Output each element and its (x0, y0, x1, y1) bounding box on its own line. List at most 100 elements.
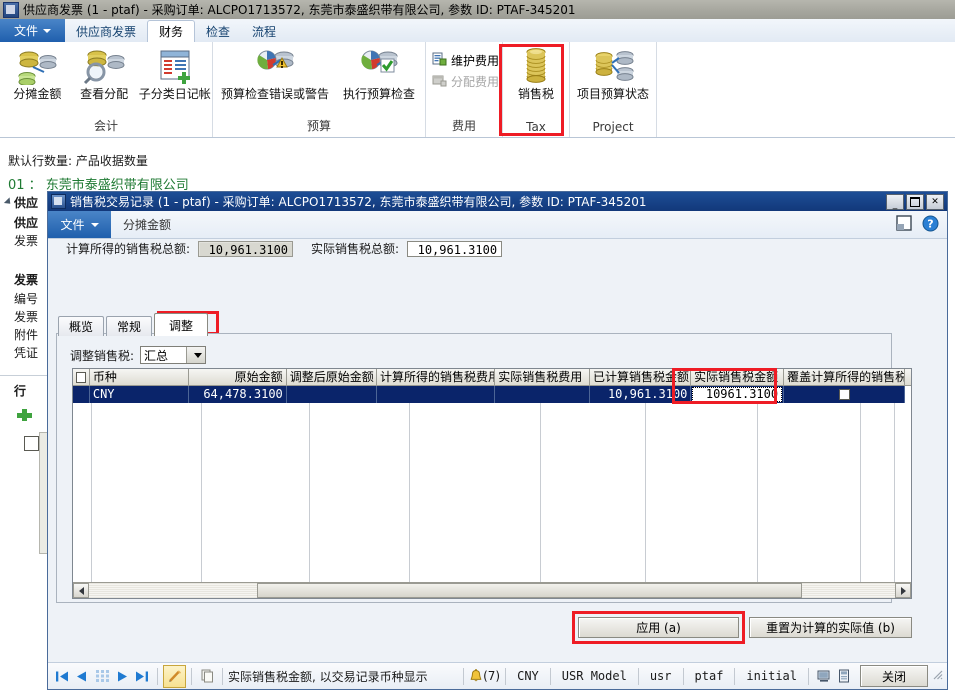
divider (0, 375, 48, 376)
tab-file[interactable]: 文件 (0, 19, 65, 42)
ribbon-button-label: 查看分配 (80, 87, 129, 101)
add-row-icon[interactable] (14, 407, 36, 426)
ribbon-group-empty (657, 42, 955, 137)
bg-label-7: 凭证 (14, 346, 39, 360)
ribbon-group-label: Project (592, 120, 634, 134)
grid-header-currency[interactable]: 币种 (90, 369, 190, 385)
budget-check-icon (357, 46, 401, 86)
ribbon-button-label: 子分类日记帐 (138, 87, 211, 101)
dialog-tabstrip: 概览 常规 调整 (58, 313, 210, 336)
cell-adjusted-original-amount[interactable] (287, 386, 378, 403)
status-partition: initial (746, 669, 797, 683)
sales-tax-grid: 币种 原始金额 调整后原始金额 计算所得的销售税费用 实际销售税费用 已计算销售… (72, 368, 912, 599)
cell-override-calculated[interactable] (784, 386, 905, 403)
status-model: USR Model (561, 669, 627, 683)
dialog-action-distribute-amounts[interactable]: 分摊金额 (123, 216, 171, 233)
grid-header-original-amount[interactable]: 原始金额 (189, 369, 287, 385)
ribbon-button-budget-check-errors[interactable]: 预算检查错误或警告 (217, 46, 333, 101)
nav-first-icon[interactable] (52, 666, 72, 686)
grid-header-calculated-tax-charge[interactable]: 计算所得的销售税费用 (377, 369, 496, 385)
tab-vendor-invoice[interactable]: 供应商发票 (65, 20, 147, 42)
cell-calculated-tax-amount[interactable]: 10,961.3100 (590, 386, 692, 403)
tab-finance[interactable]: 财务 (147, 20, 196, 43)
ribbon-group-project: 项目预算状态 Project (570, 42, 657, 137)
bg-label-0: 供应 (14, 196, 39, 210)
ribbon-button-project-budget-status[interactable]: 项目预算状态 (572, 46, 654, 101)
ribbon-group-tax: 销售税 Tax (503, 42, 570, 137)
grid-header-adjusted-original-amount[interactable]: 调整后原始金额 (287, 369, 378, 385)
apply-button[interactable]: 应用 (a) (578, 617, 739, 638)
tab-overview[interactable]: 概览 (58, 316, 105, 336)
allocate-charges-icon (432, 73, 447, 90)
grid-header-actual-tax-amount[interactable]: 实际销售税金额 (691, 369, 785, 385)
cell-calculated-tax-charge[interactable] (377, 386, 496, 403)
actual-total-label: 实际销售税总额: (311, 242, 400, 256)
reset-to-calculated-button[interactable]: 重置为计算的实际值 (b) (749, 617, 912, 638)
bg-label-1: 供应 (14, 216, 39, 230)
tab-inspect[interactable]: 检查 (195, 20, 241, 42)
scroll-left-button[interactable] (73, 583, 89, 598)
scroll-right-button[interactable] (895, 583, 911, 598)
adjust-sales-tax-row: 调整销售税: 汇总 (70, 346, 207, 364)
chevron-down-icon[interactable] (186, 347, 206, 363)
ribbon-button-run-budget-check[interactable]: 执行预算检查 (333, 46, 425, 101)
select-all-checkbox[interactable] (76, 371, 86, 383)
scrollbar-track[interactable] (89, 583, 895, 598)
ribbon-group-budget: 预算检查错误或警告 执行预算检查 预算 (213, 42, 426, 137)
ribbon-button-label: 分配费用 (451, 75, 500, 89)
row-select-cell[interactable] (73, 386, 90, 403)
collapse-arrow-icon[interactable] (3, 197, 14, 207)
tab-adjustment[interactable]: 调整 (154, 313, 209, 336)
ribbon-button-label: 销售税 (517, 87, 554, 101)
bg-grid-checkbox[interactable] (24, 436, 39, 451)
close-button[interactable]: ✕ (926, 194, 944, 210)
tab-general[interactable]: 常规 (106, 316, 153, 336)
grid-header-override-calculated[interactable]: 覆盖计算所得的销售税 (784, 369, 905, 385)
nav-prev-icon[interactable] (72, 666, 92, 686)
minimize-button[interactable]: _ (886, 194, 904, 210)
cell-original-amount[interactable]: 64,478.3100 (189, 386, 287, 403)
ribbon-group-label: 费用 (451, 119, 476, 133)
background-form-panel: 供应 供应 发票 发票 编号 发票 附件 凭证 行 (0, 192, 50, 690)
nav-next-icon[interactable] (112, 666, 132, 686)
ribbon-button-sales-tax[interactable]: 销售税 (505, 46, 567, 101)
resize-grip-icon[interactable] (932, 669, 943, 683)
help-icon[interactable]: ? (922, 215, 939, 235)
database-icon[interactable] (834, 666, 854, 686)
scrollbar-thumb[interactable] (257, 583, 802, 598)
grid-select-all-header[interactable] (73, 369, 90, 385)
cell-currency[interactable]: CNY (90, 386, 190, 403)
grid-header-actual-tax-charge[interactable]: 实际销售税费用 (495, 369, 591, 385)
sales-tax-coins-icon (521, 46, 551, 86)
main-window-title: 供应商发票 (1 - ptaf) - 采购订单: ALCPO1713572, 东… (23, 3, 576, 17)
cell-actual-tax-amount-input[interactable]: 10961.3100 (692, 387, 783, 402)
bg-label-5: 发票 (14, 310, 39, 324)
nav-grid-icon[interactable] (92, 666, 112, 686)
actual-total-input[interactable]: 10,961.3100 (407, 240, 503, 257)
close-dialog-button[interactable]: 关闭 (860, 665, 928, 687)
server-icon[interactable] (814, 666, 834, 686)
dialog-toolbar: 文件 分摊金额 ? (48, 211, 947, 239)
grid-header-calculated-tax-amount[interactable]: 已计算销售税金额 (590, 369, 692, 385)
copy-icon[interactable] (197, 666, 217, 686)
status-message: 实际销售税金额, 以交易记录币种显示 (228, 669, 428, 684)
dialog-file-button[interactable]: 文件 (48, 211, 111, 238)
ribbon-button-distribute-amounts[interactable]: 分摊金额 (4, 46, 71, 101)
maximize-button[interactable] (906, 194, 924, 210)
nav-last-icon[interactable] (132, 666, 152, 686)
cell-actual-tax-charge[interactable] (495, 386, 591, 403)
ribbon-button-label: 项目预算状态 (576, 87, 649, 101)
ribbon-button-subledger-journal[interactable]: 子分类日记帐 (137, 46, 212, 101)
adjust-sales-tax-select[interactable]: 汇总 (140, 346, 207, 364)
project-budget-status-icon (591, 46, 635, 86)
table-row[interactable]: CNY 64,478.3100 10,961.3100 10961.3100 (73, 386, 911, 403)
override-calculated-checkbox[interactable] (838, 389, 850, 400)
grid-horizontal-scrollbar[interactable] (73, 582, 911, 598)
layout-icon[interactable] (896, 215, 912, 234)
ribbon-button-view-distribution[interactable]: 查看分配 (71, 46, 138, 101)
bell-icon[interactable] (469, 668, 483, 684)
ribbon-button-label: 维护费用 (451, 54, 500, 68)
ribbon-button-maintain-charges[interactable]: 维护费用 (430, 50, 501, 71)
tab-process[interactable]: 流程 (241, 20, 287, 42)
edit-pencil-icon[interactable] (163, 664, 186, 688)
